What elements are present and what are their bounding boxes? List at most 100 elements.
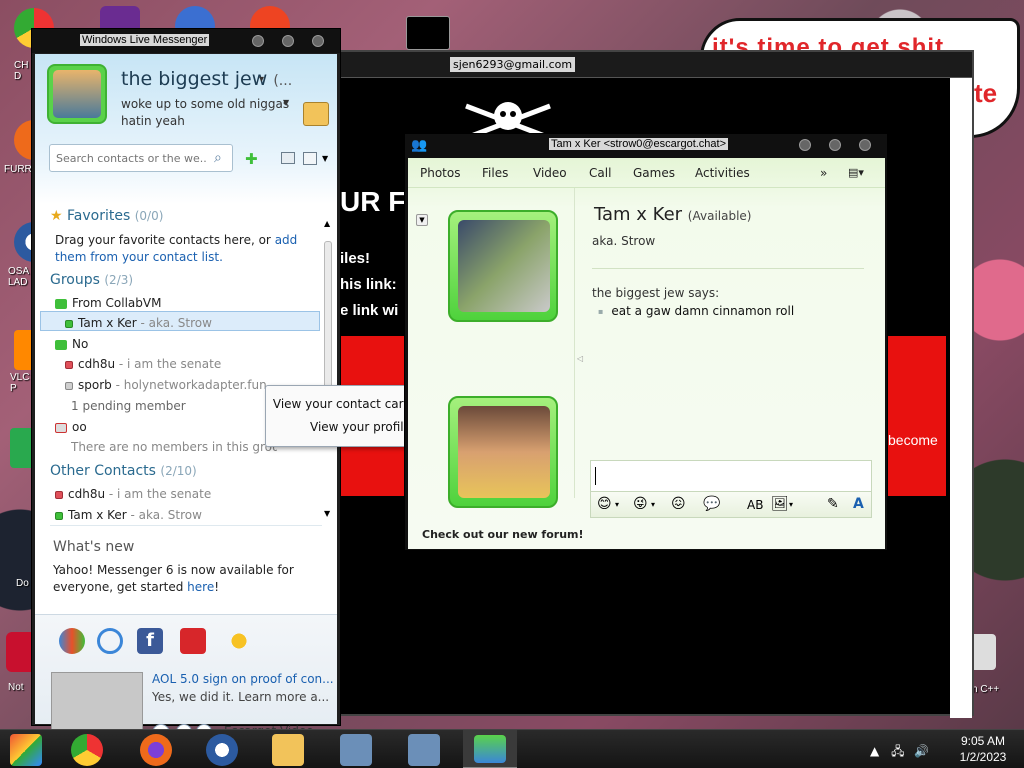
status-dropdown-caret[interactable]: ▾ <box>259 74 264 85</box>
background-caret[interactable]: ▾ <box>789 500 793 509</box>
blocked-group-icon <box>55 422 67 433</box>
voice-clip-icon[interactable]: 💬 <box>703 496 720 512</box>
group-oo[interactable]: oo <box>55 418 87 436</box>
file-explorer-icon[interactable] <box>272 734 304 766</box>
text-format-icon[interactable]: A <box>853 496 864 512</box>
chat-window[interactable]: 👥 Tam x Ker <strow0@escargot.chat> Photo… <box>404 133 888 551</box>
message-input[interactable] <box>590 460 872 492</box>
forum-link[interactable]: Check out our new forum! <box>422 528 584 541</box>
collapse-toggle[interactable]: ▼ <box>416 214 428 226</box>
menu-activities[interactable]: Activities <box>695 166 750 180</box>
menu-item-contact-card[interactable]: View your contact card <box>273 397 411 411</box>
pending-members[interactable]: 1 pending member <box>71 397 186 415</box>
emoticon-caret[interactable]: ▾ <box>615 500 619 509</box>
clock[interactable]: 9:05 AM 1/2/2023 <box>948 733 1018 765</box>
desktop-label-osa: OSA LAD <box>8 266 30 288</box>
contact-cdh8u[interactable]: cdh8u - i am the senate <box>65 355 221 373</box>
chat-maximize-button[interactable] <box>829 139 841 151</box>
facebook-icon[interactable]: f <box>137 628 163 654</box>
psm-dropdown-caret[interactable]: ▼ <box>283 98 289 107</box>
chrome-taskbar-icon[interactable] <box>71 734 103 766</box>
network-app-icon[interactable] <box>340 734 372 766</box>
splitter-arrow-icon[interactable]: ◁ <box>577 354 583 363</box>
contact-picture-frame[interactable] <box>448 210 558 322</box>
messenger-titlebar[interactable]: Windows Live Messenger <box>32 29 340 53</box>
groups-header[interactable]: Groups (2/3) <box>50 272 133 288</box>
chat-options-icon[interactable]: ▤▾ <box>848 166 864 179</box>
search-input[interactable] <box>56 150 206 166</box>
user-avatar[interactable] <box>47 64 107 124</box>
contact-cdh8u-other[interactable]: cdh8u - i am the senate <box>55 485 211 503</box>
menu-call[interactable]: Call <box>589 166 611 180</box>
layout-icon[interactable] <box>281 152 295 164</box>
whats-new-text: Yahoo! Messenger 6 is now available for … <box>53 563 294 594</box>
favorites-link-line[interactable]: them from your contact list. <box>55 248 223 266</box>
menu-photos[interactable]: Photos <box>420 166 460 180</box>
minimize-button[interactable] <box>252 35 264 47</box>
background-icon[interactable]: 🖼 <box>771 496 789 512</box>
contact-tam-x-ker[interactable]: Tam x Ker - aka. Strow <box>65 314 212 332</box>
ad-title[interactable]: AOL 5.0 sign on proof of con... <box>152 672 334 686</box>
desktop-label-cpp: n C++ <box>972 684 1000 695</box>
firefox-taskbar-icon[interactable] <box>140 734 172 766</box>
chat-body: Photos Files Video Call Games Activities… <box>408 158 885 549</box>
favorites-add-link[interactable]: add <box>275 233 298 247</box>
group-from-collabvm[interactable]: From CollabVM <box>55 294 161 312</box>
menu-video[interactable]: Video <box>533 166 567 180</box>
group-no[interactable]: No <box>55 335 88 353</box>
youtube-icon[interactable] <box>180 628 206 654</box>
system-tray: ▲ 🖧 🔊 <box>870 742 929 763</box>
search-icon[interactable]: ⌕ <box>214 150 222 166</box>
menu-more[interactable]: » <box>820 166 827 180</box>
other-contacts-header[interactable]: Other Contacts (2/10) <box>50 463 197 479</box>
contact-aka: aka. Strow <box>592 234 656 248</box>
whats-new-link[interactable]: here <box>187 580 214 594</box>
scroll-up-arrow[interactable]: ▲ <box>324 219 330 228</box>
chat-minimize-button[interactable] <box>799 139 811 151</box>
handwrite-icon[interactable]: ✎ <box>827 496 839 512</box>
butterfly-icon[interactable] <box>59 628 85 654</box>
browser-icon[interactable] <box>97 628 123 654</box>
options-icon[interactable] <box>303 152 317 165</box>
mail-icon[interactable] <box>303 102 329 126</box>
desktop-label-do: Do <box>16 578 29 589</box>
wink-icon[interactable]: 😜 <box>633 496 648 512</box>
messenger-window[interactable]: Windows Live Messenger the biggest jew (… <box>31 28 341 744</box>
menu-item-view-profile[interactable]: View your profile <box>310 420 411 434</box>
group-icon <box>55 298 67 309</box>
menu-files[interactable]: Files <box>482 166 508 180</box>
maximize-button[interactable] <box>282 35 294 47</box>
options-caret[interactable]: ▼ <box>322 154 338 170</box>
chat-vertical-divider[interactable] <box>574 188 575 498</box>
network-icon[interactable]: 🖧 <box>891 744 904 758</box>
nudge-icon[interactable]: 😖 <box>671 496 686 512</box>
font-icon[interactable]: AB <box>747 498 763 512</box>
add-contact-icon[interactable]: ✚ <box>245 150 261 168</box>
wink-caret[interactable]: ▾ <box>651 500 655 509</box>
scroll-down-arrow[interactable]: ▼ <box>324 509 330 518</box>
search-box[interactable]: ⌕ <box>49 144 233 172</box>
divider <box>50 525 322 526</box>
personal-message[interactable]: woke up to some old niggas hatin yeah <box>121 96 291 130</box>
start-button[interactable] <box>10 734 42 766</box>
own-picture-frame[interactable] <box>448 396 558 508</box>
contact-sporb[interactable]: sporb - holynetworkadapter.fun <box>65 376 267 394</box>
network-app-2-icon[interactable] <box>408 734 440 766</box>
tray-overflow-icon[interactable]: ▲ <box>870 744 879 758</box>
messenger-taskbar-item[interactable] <box>463 730 517 768</box>
favorites-header[interactable]: ★ Favorites (0/0) <box>50 208 163 224</box>
terminal-icon[interactable] <box>406 16 450 50</box>
contact-list-scrollbar[interactable]: ▲ ▼ <box>323 219 333 519</box>
contact-tam-x-ker-other[interactable]: Tam x Ker - aka. Strow <box>55 506 202 524</box>
background-window-titlebar[interactable]: sjen6293@gmail.com <box>340 52 972 78</box>
menu-games[interactable]: Games <box>633 166 675 180</box>
weather-icon[interactable] <box>226 628 252 654</box>
emoticon-icon[interactable]: 😊 <box>597 496 612 512</box>
close-button[interactable] <box>312 35 324 47</box>
chat-close-button[interactable] <box>859 139 871 151</box>
background-window-scrollbar[interactable] <box>950 78 972 718</box>
obama-taskbar-icon[interactable] <box>206 734 238 766</box>
user-display-name[interactable]: the biggest jew (... <box>121 68 292 90</box>
other-contacts-label: Other Contacts <box>50 463 156 479</box>
volume-icon[interactable]: 🔊 <box>914 744 929 758</box>
